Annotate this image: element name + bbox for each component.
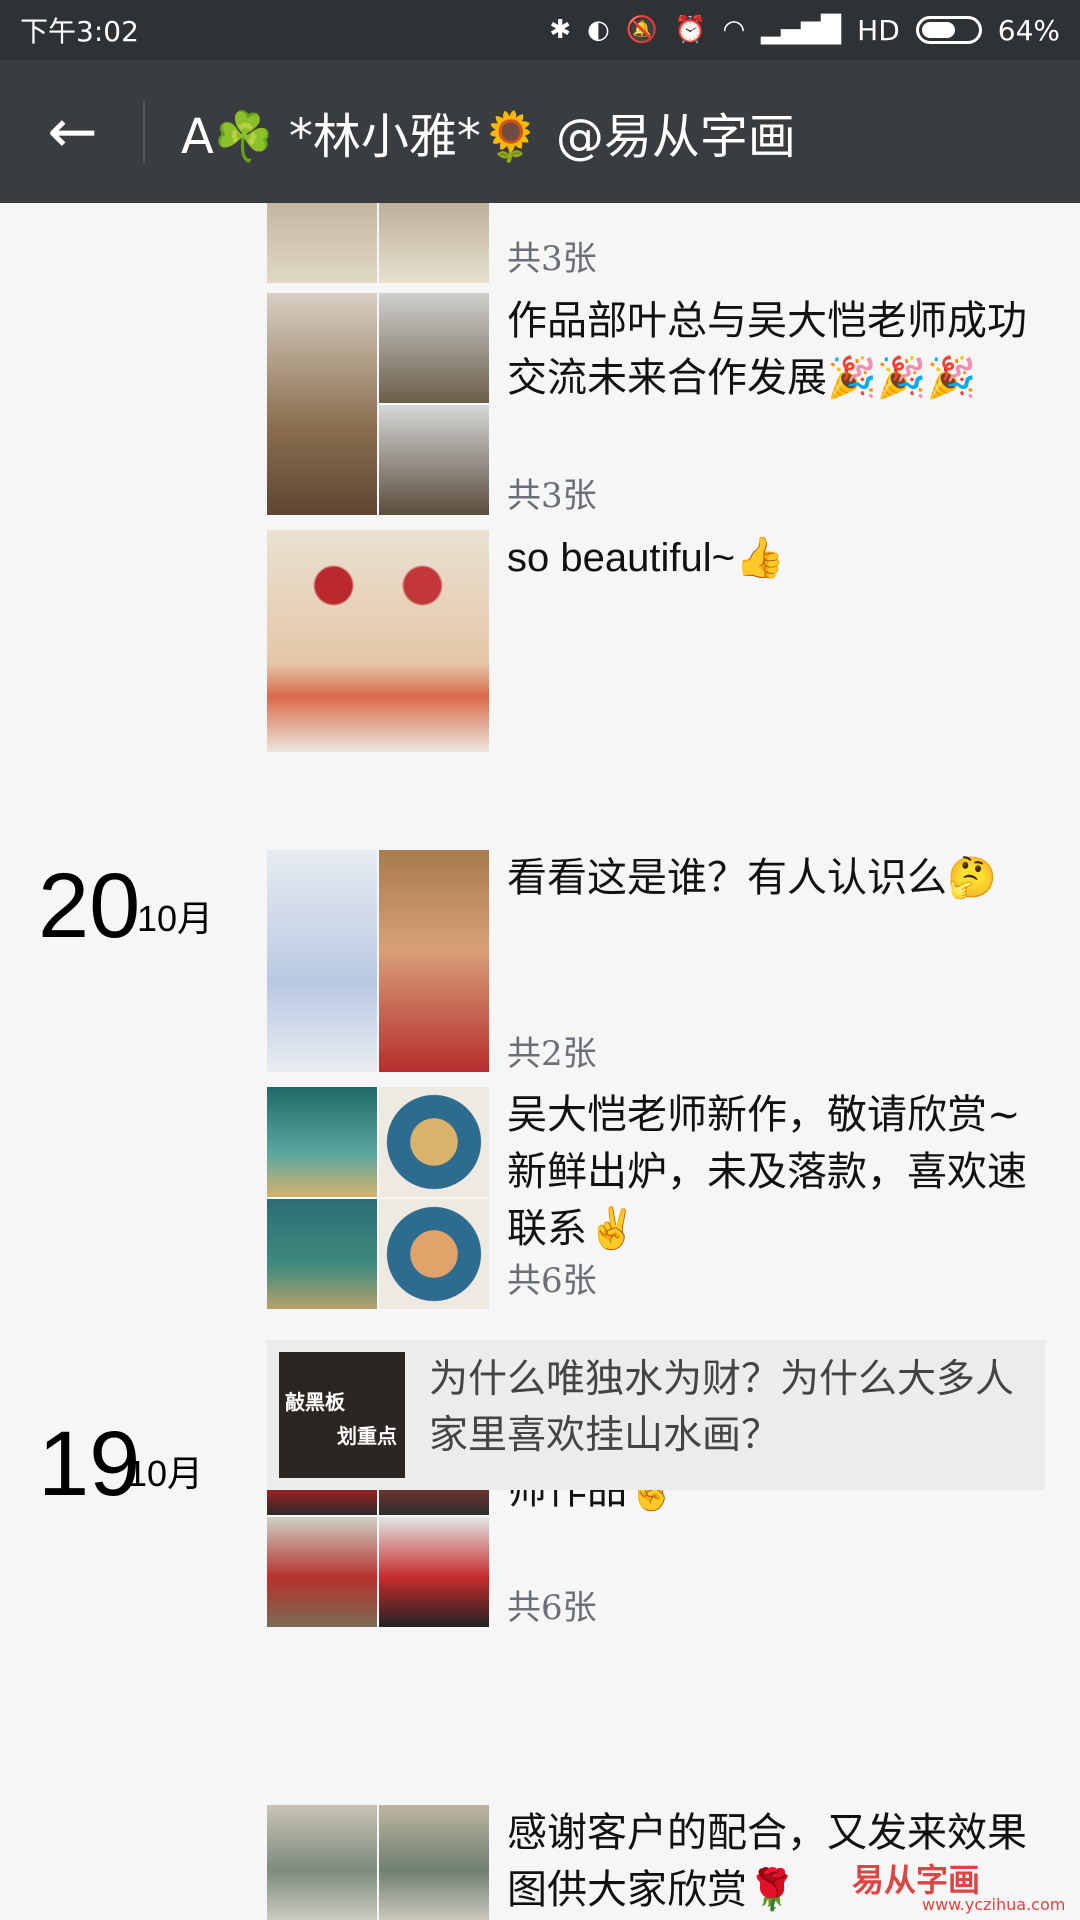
photo[interactable] — [267, 1805, 377, 1920]
list-item[interactable]: so beautiful~👍 — [267, 530, 1047, 752]
list-item[interactable]: 共3张 — [267, 203, 1047, 283]
photo[interactable] — [267, 1517, 377, 1627]
alarm-icon: ⏰ — [674, 15, 707, 45]
photo-count: 共6张 — [507, 1588, 597, 1628]
bluetooth-icon: ✱ — [549, 15, 572, 45]
article-card[interactable]: 敲黑板 划重点 为什么唯独水为财？为什么大多人家里喜欢挂山水画？ — [267, 1340, 1045, 1490]
post-text: 吴大恺老师新作，敬请欣赏~新鲜出炉，未及落款，喜欢速联系✌️ — [507, 1092, 1027, 1252]
photo[interactable] — [379, 293, 489, 403]
photo[interactable] — [379, 1087, 489, 1197]
watermark-url: www.yczihua.com — [922, 1895, 1066, 1914]
page-title: A☘️ *林小雅*🌻 @易从字画 — [181, 108, 796, 165]
photo[interactable] — [267, 850, 377, 1072]
photo[interactable] — [267, 293, 377, 515]
post-text: 作品部叶总与吴大恺老师成功交流未来合作发展🎉🎉🎉 — [507, 298, 1027, 401]
photo-count: 共2张 — [507, 1034, 597, 1074]
back-button[interactable]: ← — [0, 60, 145, 203]
battery-percent: 64% — [997, 13, 1060, 47]
date-day: 20 — [38, 855, 141, 957]
photo[interactable] — [267, 1199, 377, 1309]
list-item[interactable]: 作品部叶总与吴大恺老师成功交流未来合作发展🎉🎉🎉 共3张 — [267, 293, 1047, 516]
list-item[interactable]: 看看这是谁？有人认识么🤔 共2张 — [267, 850, 1047, 1074]
photo-count: 共3张 — [507, 239, 597, 279]
photo-count: 共6张 — [507, 1261, 597, 1301]
photo[interactable] — [379, 405, 489, 515]
post-text: 看看这是谁？有人认识么🤔 — [507, 855, 997, 901]
photo[interactable] — [379, 1517, 489, 1627]
title-bar: ← A☘️ *林小雅*🌻 @易从字画 — [0, 60, 1080, 203]
photo[interactable] — [379, 203, 489, 283]
date-month: 10月 — [127, 1453, 204, 1494]
wifi-icon: ◠ — [722, 15, 746, 45]
date-day: 19 — [38, 1413, 141, 1515]
post-text: so beautiful~👍 — [507, 536, 785, 580]
photo[interactable] — [267, 1087, 377, 1197]
back-arrow-icon: ← — [47, 96, 98, 167]
photo[interactable] — [379, 1805, 489, 1920]
timeline[interactable]: 共3张 作品部叶总与吴大恺老师成功交流未来合作发展🎉🎉🎉 共3张 so beau… — [0, 203, 1080, 1920]
photo[interactable] — [267, 203, 377, 283]
date-month: 10月 — [137, 898, 214, 939]
status-time: 下午3:02 — [20, 15, 139, 48]
photo[interactable] — [379, 1199, 489, 1309]
battery-icon — [915, 16, 982, 44]
signal-icon: ▂▄▆█ — [761, 15, 842, 45]
photo-count: 共3张 — [507, 476, 597, 516]
status-icons: ✱ ◐ 🔕 ⏰ ◠ ▂▄▆█ HD 64% — [549, 14, 1060, 47]
mute-icon: 🔕 — [625, 15, 659, 45]
thumb-text-2: 划重点 — [337, 1424, 397, 1448]
article-title: 为什么唯独水为财？为什么大多人家里喜欢挂山水画？ — [429, 1357, 1015, 1458]
photo[interactable] — [267, 530, 489, 752]
network-type: HD — [857, 13, 900, 47]
photo[interactable] — [379, 850, 489, 1072]
status-bar: 下午3:02 ✱ ◐ 🔕 ⏰ ◠ ▂▄▆█ HD 64% — [0, 0, 1080, 60]
article-thumbnail[interactable]: 敲黑板 划重点 — [279, 1352, 405, 1478]
thumb-text-1: 敲黑板 — [285, 1390, 345, 1414]
list-item[interactable]: 吴大恺老师新作，敬请欣赏~新鲜出炉，未及落款，喜欢速联系✌️ 共6张 — [267, 1087, 1047, 1309]
toggle-icon: ◐ — [587, 15, 610, 45]
